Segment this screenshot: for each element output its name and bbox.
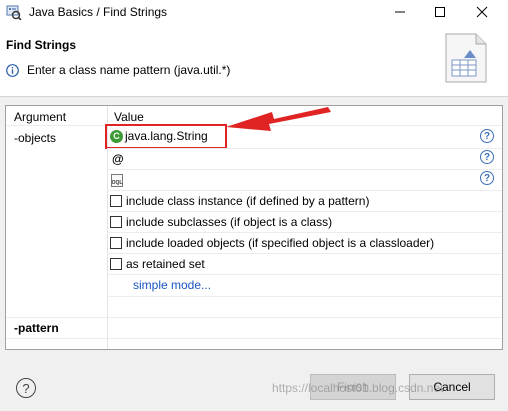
watermark-text: https://localhost01.blog.csdn.net bbox=[272, 381, 444, 395]
row-divider bbox=[107, 148, 502, 149]
at-sign-icon: @ bbox=[112, 152, 124, 166]
window-title: Java Basics / Find Strings bbox=[29, 5, 168, 19]
title-bar: Java Basics / Find Strings bbox=[0, 0, 508, 26]
page-title: Find Strings bbox=[6, 38, 76, 52]
column-header-argument: Argument bbox=[14, 110, 67, 124]
eclipse-mat-icon bbox=[6, 5, 22, 20]
simple-mode-link-text[interactable]: simple mode... bbox=[133, 278, 211, 292]
option-as-retained-set[interactable]: as retained set bbox=[110, 254, 205, 274]
option-label: as retained set bbox=[126, 257, 205, 271]
annotation-highlight-box bbox=[105, 124, 227, 149]
checkbox[interactable] bbox=[110, 258, 122, 270]
option-label: include loaded objects (if specified obj… bbox=[126, 236, 435, 250]
arguments-table: Argument Value -objects C java.lang.Stri… bbox=[5, 105, 503, 350]
info-icon bbox=[6, 64, 19, 77]
option-include-class-instance[interactable]: include class instance (if defined by a … bbox=[110, 191, 369, 211]
pattern-value[interactable] bbox=[110, 318, 500, 338]
help-icon[interactable]: ? bbox=[16, 378, 36, 398]
wizard-header: Find Strings Enter a class name pattern … bbox=[0, 26, 508, 96]
argument-objects: -objects bbox=[14, 131, 57, 145]
wizard-banner-icon bbox=[445, 33, 487, 83]
minimize-icon bbox=[395, 11, 405, 13]
row-divider bbox=[6, 338, 502, 339]
help-icon[interactable]: ? bbox=[480, 150, 494, 164]
help-icon[interactable]: ? bbox=[480, 129, 494, 143]
close-button[interactable] bbox=[462, 0, 502, 24]
option-include-loaded-objects[interactable]: include loaded objects (if specified obj… bbox=[110, 233, 434, 253]
row-divider bbox=[107, 169, 502, 170]
checkbox[interactable] bbox=[110, 216, 122, 228]
row-divider bbox=[107, 296, 502, 297]
option-include-subclasses[interactable]: include subclasses (if object is a class… bbox=[110, 212, 332, 232]
option-label: include class instance (if defined by a … bbox=[126, 194, 370, 208]
address-value[interactable]: @ bbox=[110, 149, 124, 169]
argument-pattern: -pattern bbox=[14, 321, 59, 335]
simple-mode-link[interactable]: simple mode... bbox=[133, 275, 211, 295]
oql-query-value[interactable]: OQL bbox=[110, 170, 123, 190]
maximize-button[interactable] bbox=[420, 0, 460, 24]
header-divider-line bbox=[6, 125, 502, 126]
option-label: include subclasses (if object is a class… bbox=[126, 215, 333, 229]
column-header-value: Value bbox=[114, 110, 144, 124]
header-message: Enter a class name pattern (java.util.*) bbox=[27, 63, 231, 77]
close-icon bbox=[476, 6, 488, 18]
maximize-icon bbox=[435, 7, 445, 17]
checkbox[interactable] bbox=[110, 195, 122, 207]
help-icon[interactable]: ? bbox=[480, 171, 494, 185]
oql-query-icon: OQL bbox=[111, 173, 123, 187]
checkbox[interactable] bbox=[110, 237, 122, 249]
minimize-button[interactable] bbox=[380, 0, 420, 24]
